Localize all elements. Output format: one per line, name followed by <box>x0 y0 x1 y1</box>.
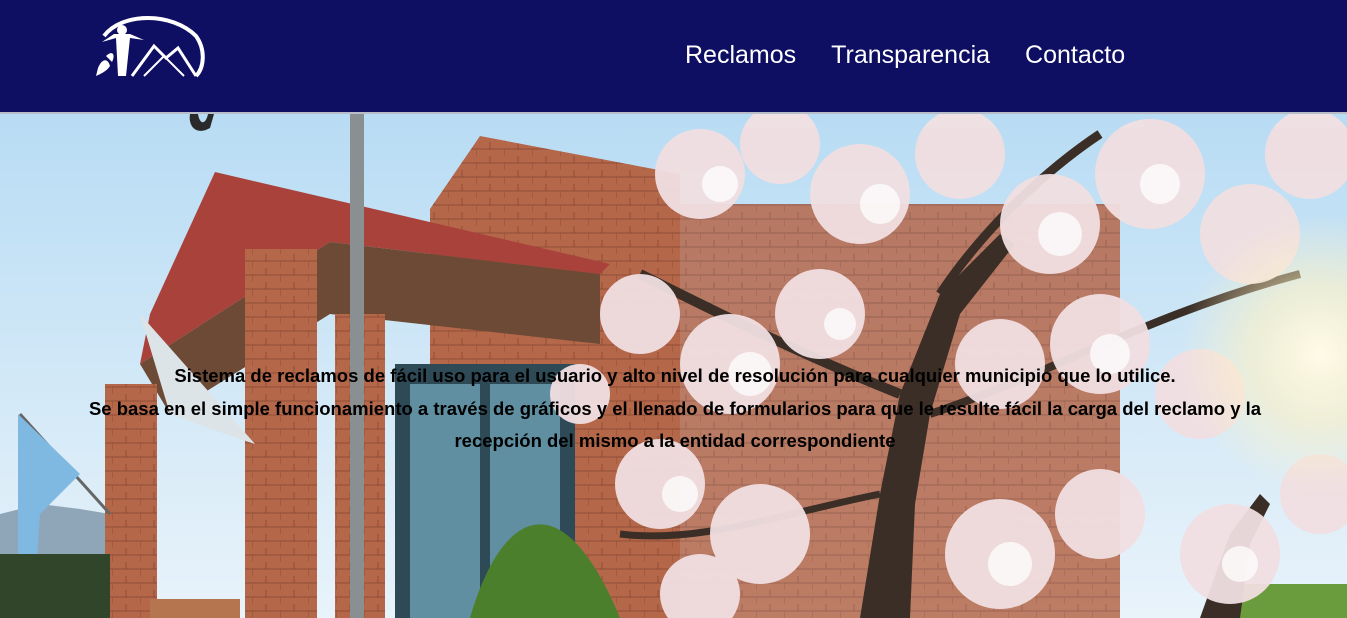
hero-description-line-2: Se basa en el simple funcionamiento a tr… <box>88 397 1262 452</box>
nav-link-contacto[interactable]: Contacto <box>1025 38 1125 72</box>
main-nav: Reclamos Transparencia Contacto <box>685 38 1160 72</box>
top-navbar: Reclamos Transparencia Contacto <box>0 0 1347 114</box>
nav-link-reclamos[interactable]: Reclamos <box>685 38 796 72</box>
hero-description-line-1: Sistema de reclamos de fácil uso para el… <box>174 365 1176 386</box>
hero-section: Sistema de reclamos de fácil uso para el… <box>0 114 1347 618</box>
municipal-logo-icon[interactable] <box>92 16 206 80</box>
hero-description: Sistema de reclamos de fácil uso para el… <box>60 360 1290 458</box>
nav-link-transparencia[interactable]: Transparencia <box>831 38 990 72</box>
